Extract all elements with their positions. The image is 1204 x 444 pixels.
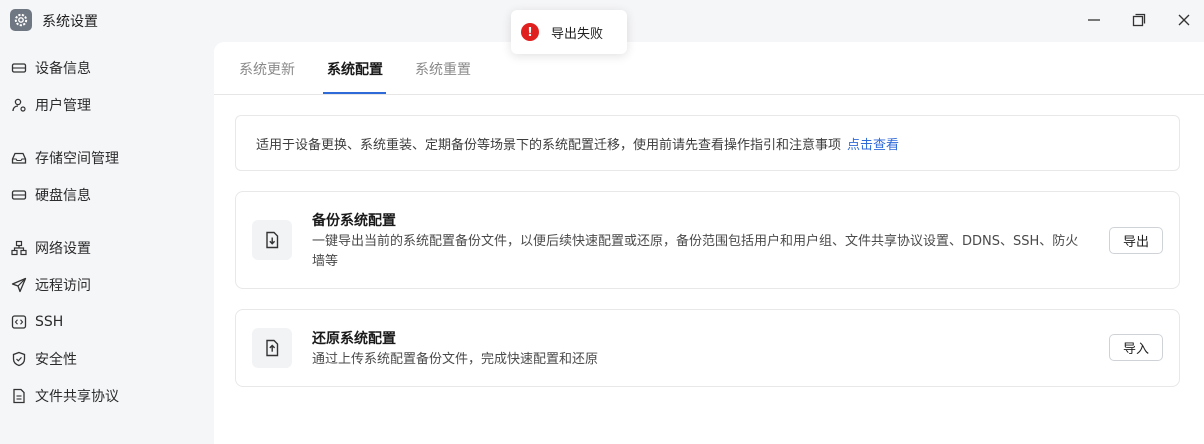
code-icon <box>11 314 27 330</box>
sidebar-item-ssh[interactable]: SSH <box>0 307 214 337</box>
error-icon: ! <box>521 23 539 41</box>
import-button[interactable]: 导入 <box>1109 334 1163 361</box>
storage-icon <box>11 150 27 166</box>
error-toast: ! 导出失败 <box>511 10 627 54</box>
maximize-button[interactable] <box>1124 6 1154 34</box>
sidebar-item-label: 硬盘信息 <box>35 188 91 204</box>
sidebar-item-label: 文件共享协议 <box>35 389 119 405</box>
upload-file-icon <box>252 328 292 368</box>
device-icon <box>11 60 27 76</box>
backup-title: 备份系统配置 <box>312 213 396 229</box>
active-tab-indicator <box>323 92 386 94</box>
notice-text: 适用于设备更换、系统重装、定期备份等场景下的系统配置迁移，使用前请先查看操作指引… <box>256 137 842 153</box>
info-notice: 适用于设备更换、系统重装、定期备份等场景下的系统配置迁移，使用前请先查看操作指引… <box>235 115 1180 171</box>
sidebar-item-label: 存储空间管理 <box>35 151 119 167</box>
close-button[interactable] <box>1169 6 1199 34</box>
file-icon <box>11 388 27 404</box>
export-button[interactable]: 导出 <box>1109 227 1163 254</box>
sidebar-item-disk-info[interactable]: 硬盘信息 <box>0 180 214 210</box>
tab-system-reset[interactable]: 系统重置 <box>415 59 471 79</box>
sidebar-item-label: 设备信息 <box>35 61 91 77</box>
sidebar-item-label: 用户管理 <box>35 98 91 114</box>
sidebar-item-device-info[interactable]: 设备信息 <box>0 53 214 83</box>
maximize-icon <box>1132 13 1146 27</box>
tab-bar: 系统更新 系统配置 系统重置 <box>214 42 1204 95</box>
sidebar-item-label: 安全性 <box>35 352 77 368</box>
backup-config-card: 备份系统配置 一键导出当前的系统配置备份文件，以便后续快速配置或还原，备份范围包… <box>235 191 1180 289</box>
sidebar-item-security[interactable]: 安全性 <box>0 344 214 374</box>
sidebar-item-storage[interactable]: 存储空间管理 <box>0 143 214 173</box>
gear-icon <box>10 9 32 31</box>
users-icon <box>11 97 27 113</box>
download-file-icon <box>252 220 292 260</box>
restore-config-card: 还原系统配置 通过上传系统配置备份文件，完成快速配置和还原 导入 <box>235 309 1180 387</box>
view-guide-link[interactable]: 点击查看 <box>847 134 899 153</box>
minimize-icon <box>1088 19 1100 21</box>
restore-title: 还原系统配置 <box>312 331 396 347</box>
network-icon <box>11 240 27 256</box>
sidebar: 设备信息 用户管理 存储空间管理 硬盘信息 网络设置 远程访问 SSH 安全性 … <box>0 42 214 444</box>
sidebar-item-remote-access[interactable]: 远程访问 <box>0 270 214 300</box>
minimize-button[interactable] <box>1079 6 1109 34</box>
restore-description: 通过上传系统配置备份文件，完成快速配置和还原 <box>312 352 599 367</box>
sidebar-item-file-sharing[interactable]: 文件共享协议 <box>0 381 214 411</box>
send-icon <box>11 277 27 293</box>
shield-icon <box>11 351 27 367</box>
close-icon <box>1178 14 1190 26</box>
sidebar-item-user-management[interactable]: 用户管理 <box>0 90 214 120</box>
main-panel: 系统更新 系统配置 系统重置 适用于设备更换、系统重装、定期备份等场景下的系统配… <box>214 42 1204 444</box>
toast-message: 导出失败 <box>551 26 604 42</box>
tab-system-config[interactable]: 系统配置 <box>327 59 383 79</box>
disk-icon <box>11 187 27 203</box>
window-title: 系统设置 <box>42 14 98 30</box>
sidebar-item-label: 网络设置 <box>35 241 91 257</box>
backup-description: 一键导出当前的系统配置备份文件，以便后续快速配置或还原，备份范围包括用户和用户组… <box>312 234 1079 269</box>
tab-system-update[interactable]: 系统更新 <box>239 59 295 79</box>
sidebar-item-label: SSH <box>35 314 64 330</box>
sidebar-item-network[interactable]: 网络设置 <box>0 233 214 263</box>
sidebar-item-label: 远程访问 <box>35 278 91 294</box>
